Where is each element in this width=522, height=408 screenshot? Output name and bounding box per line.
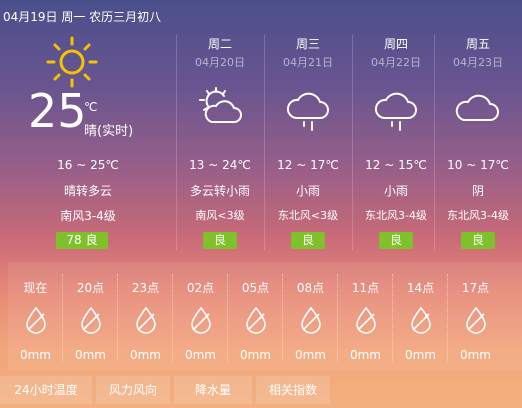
temperature-unit: ℃ <box>84 100 98 114</box>
forecast-aqi-badge[interactable]: 良 <box>461 232 495 249</box>
hour-item: 现在 0mm <box>8 262 63 370</box>
partly-cloudy-icon <box>199 87 242 123</box>
raindrop-icon <box>246 306 266 334</box>
hour-time: 23点 <box>131 281 160 295</box>
raindrop-icon <box>411 306 431 334</box>
hour-item: 20点 0mm <box>63 262 118 370</box>
hour-amount: 0mm <box>404 348 436 362</box>
forecast-weekday: 周五 <box>465 37 490 51</box>
hour-item: 02点 0mm <box>173 262 228 370</box>
hourly-precipitation: 现在 0mm 20点 0mm 23点 0mm 02点 0mm 05点 0mm 0… <box>8 262 522 370</box>
raindrop-icon <box>191 306 211 334</box>
hour-amount: 0mm <box>349 348 381 362</box>
cloudy-icon <box>455 94 499 121</box>
raindrop-icon <box>136 306 156 334</box>
hour-time: 08点 <box>296 281 325 295</box>
hour-time: 现在 <box>23 281 48 295</box>
hour-item: 05点 0mm <box>228 262 283 370</box>
light-rain-icon <box>375 92 417 131</box>
aqi-label: 良 <box>85 233 98 247</box>
hour-item: 11点 0mm <box>338 262 393 370</box>
forecast-date: 04月23日 <box>453 56 503 69</box>
today-aqi-badge[interactable]: 78 良 <box>56 232 108 249</box>
sun-icon <box>46 36 98 88</box>
forecast-range: 12 ~ 15℃ <box>365 158 427 172</box>
tab-indices[interactable]: 相关指数 <box>256 376 330 404</box>
forecast-wind: 东北风3-4级 <box>365 209 427 222</box>
hour-time: 20点 <box>76 281 105 295</box>
forecast-desc: 多云转小雨 <box>189 184 250 198</box>
forecast-day[interactable]: 周四 04月22日 12 ~ 15℃ 小雨 东北风3-4级 良 <box>352 30 440 252</box>
forecast-aqi-badge[interactable]: 良 <box>203 232 237 249</box>
forecast-date: 04月22日 <box>371 56 421 69</box>
hour-time: 05点 <box>241 281 270 295</box>
raindrop-icon <box>301 306 321 334</box>
hour-item: 17点 0mm <box>448 262 503 370</box>
forecast-date: 04月21日 <box>283 56 333 69</box>
today-desc: 晴转多云 <box>63 184 112 198</box>
hour-time: 14点 <box>406 281 435 295</box>
current-condition: 晴(实时) <box>84 124 134 139</box>
today-range: 16 ~ 25℃ <box>57 158 119 172</box>
hour-item: 14点 0mm <box>393 262 448 370</box>
hour-amount: 0mm <box>459 348 491 362</box>
hour-amount: 0mm <box>129 348 161 362</box>
tab-24h-temperature[interactable]: 24小时温度 <box>0 376 92 404</box>
today-panel: 25 ℃ 晴(实时) 16 ~ 25℃ 晴转多云 南风3-4级 78 良 <box>0 30 176 252</box>
hour-time: 11点 <box>351 281 380 295</box>
forecast-weekday: 周二 <box>207 37 232 51</box>
forecast-aqi-badge[interactable]: 良 <box>379 232 413 249</box>
tab-precipitation[interactable]: 降水量 <box>174 376 252 404</box>
date-header: 04月19日 周一 农历三月初八 <box>3 10 162 24</box>
hour-time: 02点 <box>186 281 215 295</box>
aqi-value: 78 <box>66 233 82 247</box>
raindrop-icon <box>466 306 486 334</box>
forecast-day[interactable]: 周二 04月20日 13 ~ 24℃ 多云转小雨 南风<3级 良 <box>176 30 264 252</box>
forecast-desc: 小雨 <box>295 184 320 198</box>
forecast-desc: 阴 <box>471 184 484 198</box>
forecast-wind: 东北风3-4级 <box>447 209 509 222</box>
hour-time: 17点 <box>461 281 490 295</box>
forecast-range: 13 ~ 24℃ <box>189 158 251 172</box>
hour-amount: 0mm <box>19 348 51 362</box>
light-rain-icon <box>287 92 329 131</box>
hour-amount: 0mm <box>74 348 106 362</box>
forecast-weekday: 周三 <box>295 37 320 51</box>
forecast-range: 10 ~ 17℃ <box>447 158 509 172</box>
hour-amount: 0mm <box>239 348 271 362</box>
forecast-range: 12 ~ 17℃ <box>277 158 339 172</box>
forecast-desc: 小雨 <box>383 184 408 198</box>
forecast-wind: 东北风<3级 <box>277 209 339 222</box>
today-wind: 南风3-4级 <box>60 209 116 223</box>
hour-amount: 0mm <box>184 348 216 362</box>
forecast-wind: 南风<3级 <box>195 209 245 222</box>
tab-wind[interactable]: 风力风向 <box>96 376 170 404</box>
raindrop-icon <box>81 306 101 334</box>
current-temperature: 25 <box>28 84 87 138</box>
forecast-aqi-badge[interactable]: 良 <box>291 232 325 249</box>
forecast-weekday: 周四 <box>383 37 408 51</box>
raindrop-icon <box>356 306 376 334</box>
hour-amount: 0mm <box>294 348 326 362</box>
hour-item: 23点 0mm <box>118 262 173 370</box>
hour-item: 08点 0mm <box>283 262 338 370</box>
forecast-day[interactable]: 周五 04月23日 10 ~ 17℃ 阴 东北风3-4级 良 <box>434 30 522 252</box>
forecast-day[interactable]: 周三 04月21日 12 ~ 17℃ 小雨 东北风<3级 良 <box>264 30 352 252</box>
raindrop-icon <box>26 306 46 334</box>
forecast-date: 04月20日 <box>195 56 245 69</box>
